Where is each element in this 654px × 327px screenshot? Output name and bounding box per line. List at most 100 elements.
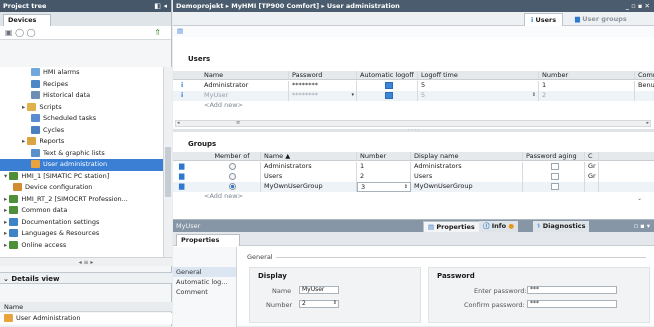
users-hscrollbar[interactable]: ◂ ≡ ▸ [175,120,651,127]
cell-name[interactable]: MyUser [201,91,289,101]
auto-logoff-checkbox[interactable] [384,81,393,89]
member-radio[interactable] [228,162,236,170]
auto-logoff-checkbox[interactable] [384,91,393,99]
devices-tab[interactable]: Devices [3,14,52,26]
cell-member[interactable] [201,182,261,192]
confirm-password-field[interactable]: *** [527,300,617,308]
table-row[interactable]: i Administrator******** 51Benutzer [173,81,654,91]
dropdown-arrow-icon[interactable]: ▾ [351,91,354,101]
tree-item[interactable]: ▸ Documentation settings [0,217,163,229]
password-aging-checkbox[interactable] [551,162,559,170]
number-field[interactable]: 2 ⇕ [299,300,339,308]
add-row-icon[interactable]: ▤ [177,27,183,35]
tree-item-label: User administration [43,160,108,168]
section-splitter[interactable]: · · · · [173,128,654,133]
spinner-icon[interactable]: ⇕ [532,91,536,101]
cell-member[interactable] [201,172,261,182]
table-row[interactable]: ▆ Users 2 Users Gr [173,172,654,182]
cell-auto-logoff[interactable] [357,81,418,91]
table-row[interactable]: i MyUser ******** ▾ 5 ⇕ 2 [173,91,654,101]
add-new-user[interactable]: <Add new> [173,101,654,111]
enter-password-field[interactable]: *** [527,286,617,294]
tab-diagnostics[interactable]: ⚕ Diagnostics [533,221,590,232]
tab-user-groups[interactable]: ▆ User groups [571,13,631,26]
tree-item[interactable]: Historical data [0,90,163,102]
forward-icon[interactable]: ◯ [27,28,36,37]
tree-item[interactable]: ▸ Scripts [0,102,163,114]
tab-info[interactable]: ⓘ Info ● [479,221,519,232]
cell-name[interactable]: MyOwnUserGroup [261,182,357,192]
tree-item[interactable]: Recipes [0,79,163,91]
spinner-icon[interactable]: ⇕ [333,300,337,306]
cell-member[interactable] [201,162,261,172]
groups-scroll-arrow[interactable]: ⌄ [637,195,642,202]
cell-display-name[interactable]: MyOwnUserGroup [411,182,523,192]
tree-item[interactable]: User administration [0,159,163,171]
tab-users[interactable]: i Users [524,13,564,26]
inspector-nav-item[interactable]: Automatic log... [173,277,236,287]
password-aging-checkbox[interactable] [551,172,559,180]
cell-password-aging[interactable] [523,182,585,192]
inspector-nav-item[interactable]: Comment [173,287,236,297]
cell-comment[interactable]: Gr [585,172,599,182]
add-device-icon[interactable]: ⇑ [154,26,161,40]
details-item[interactable]: User Administration [0,313,172,324]
cell-number[interactable]: 3 ⇕ [357,182,411,192]
tree-item[interactable]: Device configuration [0,182,163,194]
tree-hscrollbar[interactable]: ◂ ≡ ▸ [0,257,172,266]
add-new-group[interactable]: <Add new> [173,192,654,202]
cell-number[interactable]: 1 [357,162,411,172]
password-aging-checkbox[interactable] [551,182,559,190]
spinner-icon[interactable]: ⇕ [404,183,408,191]
tree-scrollbar[interactable] [163,67,172,257]
cell-password[interactable]: ******** [289,81,357,91]
window-controls[interactable]: _ ▫ ▪ ✕ [626,0,650,12]
cell-password-aging[interactable] [523,162,585,172]
tree-item[interactable]: ▸ Reports [0,136,163,148]
table-row[interactable]: ▆ MyOwnUserGroup 3 ⇕ MyOwnUserGroup [173,182,654,192]
member-radio[interactable] [228,182,236,190]
table-row[interactable]: ▆ Administrators 1 Administrators Gr [173,162,654,172]
cell-number[interactable]: 2 [357,172,411,182]
details-view-header[interactable]: ⌄ Details view [0,272,172,284]
collapse-panel-icon[interactable]: ◧ ◂ [154,0,167,12]
tab-properties[interactable]: ▤ Properties [423,221,480,232]
cell-comment[interactable] [635,91,654,101]
tree-item[interactable]: ▾ HMI_1 [SIMATIC PC station] [0,171,163,183]
tree-item[interactable]: HMI alarms [0,67,163,79]
tree-item[interactable]: ▸ HMI_RT_2 [SIMOCRT Profession... [0,194,163,206]
groups-table-header: Member of Name ▲ Number Display name Pas… [173,152,654,161]
view-toggle-icon[interactable]: ▣ [5,28,13,37]
users-table-body: i Administrator******** 51Benutzer i MyUser*… [173,81,654,114]
cell-comment[interactable]: Benutzer [635,81,654,91]
cell-comment[interactable] [585,182,599,192]
cell-comment[interactable]: Gr [585,162,599,172]
member-radio[interactable] [228,172,236,180]
cell-password-aging[interactable] [523,172,585,182]
cell-name[interactable]: Administrator [201,81,289,91]
cell-password[interactable]: ******** ▾ [289,91,357,101]
tree-scroll-thumb[interactable] [165,147,171,197]
cell-logoff-time[interactable]: 5 ⇕ [418,91,539,101]
cell-name[interactable]: Users [261,172,357,182]
name-field[interactable]: MyUser [299,286,339,294]
cell-number[interactable]: 2 [539,91,635,101]
tree-item[interactable]: ▸ Common data [0,205,163,217]
user-admin-icon [4,314,13,322]
back-icon[interactable]: ◯ [15,28,24,37]
tree-item[interactable]: ▸ Online access [0,240,163,252]
tree-item[interactable]: ▸ Languages & Resources [0,228,163,240]
editor-toolbar: ▤ [173,26,654,37]
cell-auto-logoff[interactable] [357,91,418,101]
cell-logoff-time[interactable]: 5 [418,81,539,91]
cell-display-name[interactable]: Administrators [411,162,523,172]
cell-name[interactable]: Administrators [261,162,357,172]
tree-item[interactable]: Text & graphic lists [0,148,163,160]
subtab-properties[interactable]: Properties [176,234,241,246]
tree-item[interactable]: Scheduled tasks [0,113,163,125]
cell-number[interactable]: 1 [539,81,635,91]
cell-display-name[interactable]: Users [411,172,523,182]
inspector-nav-item[interactable]: General [173,267,236,277]
tree-item[interactable]: Cycles [0,125,163,137]
inspector-window-controls[interactable]: ▫ ▪ ▾ [634,220,650,232]
